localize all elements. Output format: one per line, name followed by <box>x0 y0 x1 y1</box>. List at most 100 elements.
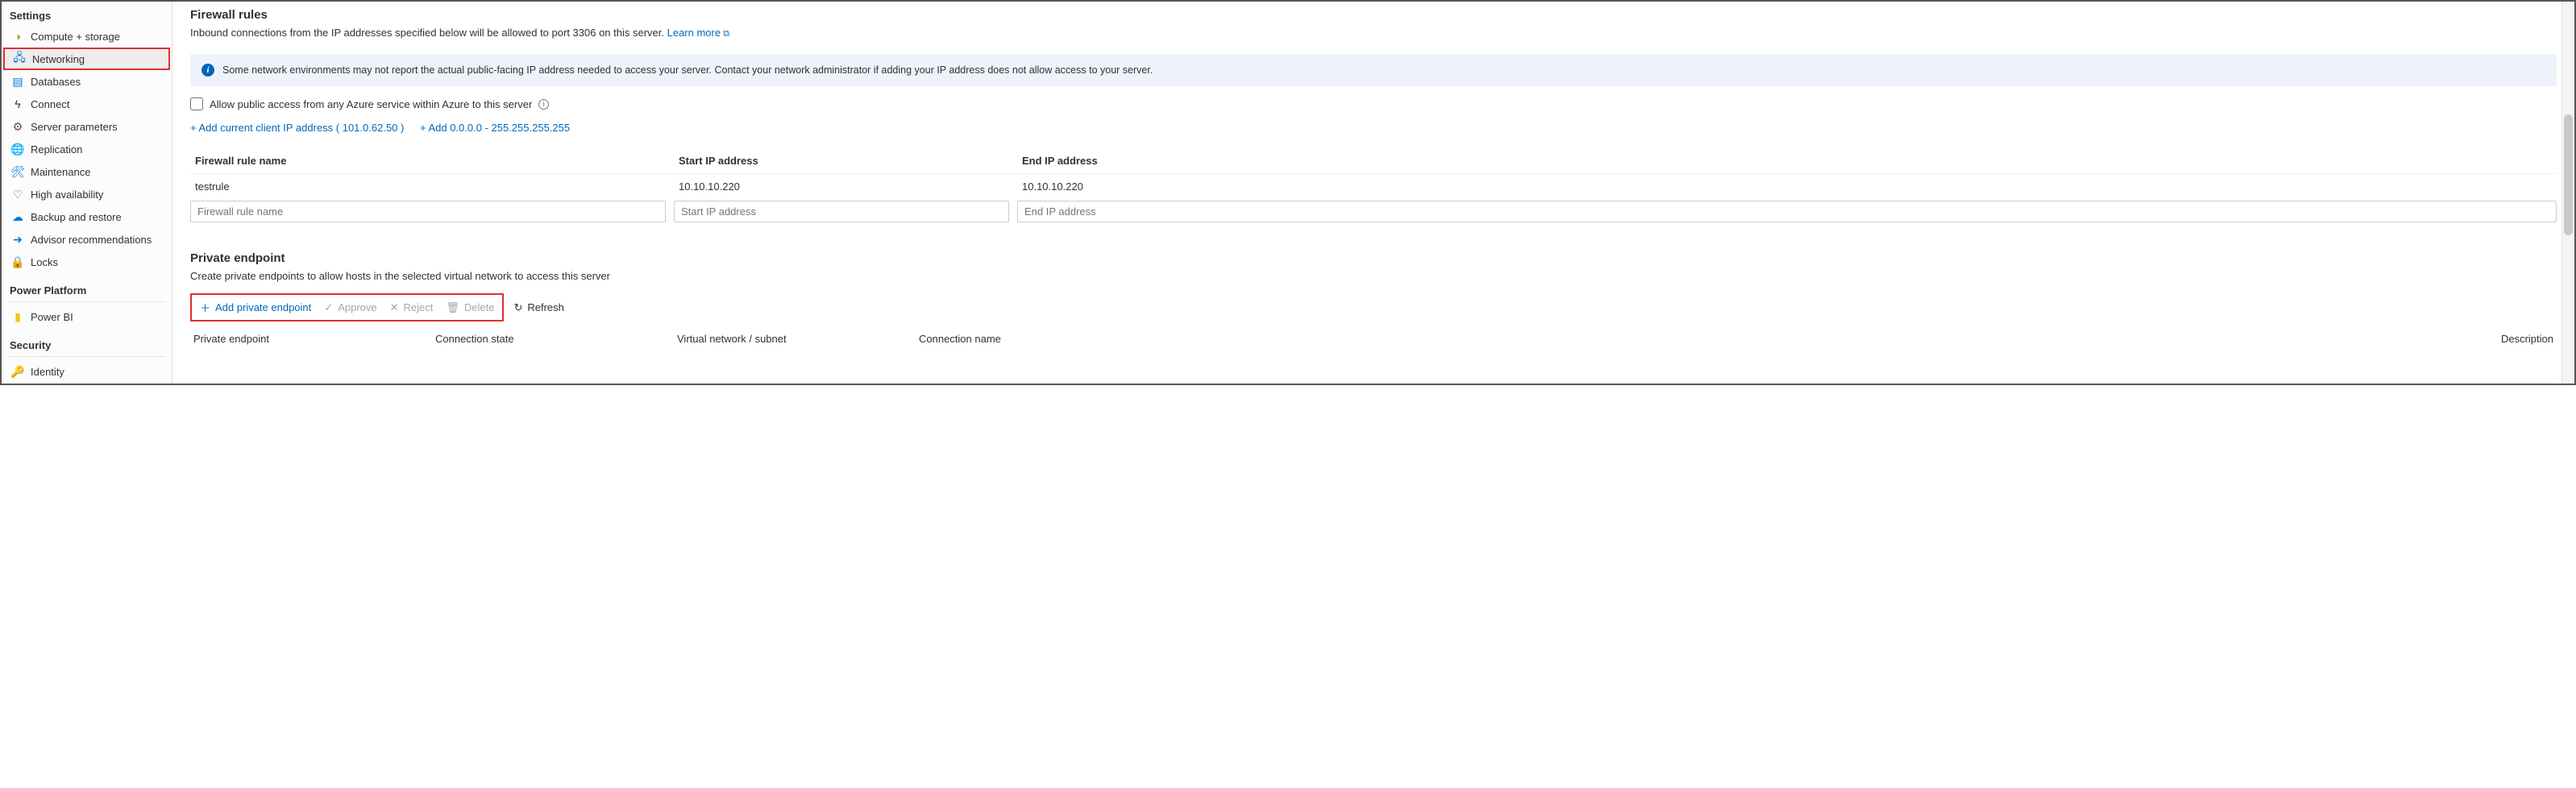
firewall-input-row <box>190 199 2557 224</box>
cell-rule-name: testrule <box>195 180 679 193</box>
nav-databases[interactable]: ▤ Databases <box>2 70 172 93</box>
nav-label: Advisor recommendations <box>31 234 152 246</box>
check-icon: ✓ <box>324 301 333 314</box>
refresh-button[interactable]: ↻ Refresh <box>507 297 570 318</box>
maintenance-icon: 🛠 <box>11 165 24 178</box>
scrollbar-track[interactable] <box>2561 2 2574 384</box>
firewall-rules-title: Firewall rules <box>190 8 2557 22</box>
firewall-table-header: Firewall rule name Start IP address End … <box>190 148 2557 174</box>
subtitle-text: Inbound connections from the IP addresse… <box>190 27 667 39</box>
nav-high-availability[interactable]: ♡ High availability <box>2 183 172 205</box>
banner-text: Some network environments may not report… <box>222 64 1153 76</box>
nav-label: Replication <box>31 143 82 156</box>
private-endpoint-subtitle: Create private endpoints to allow hosts … <box>190 270 2557 282</box>
nav-label: Databases <box>31 76 81 88</box>
btn-label: Approve <box>338 301 376 313</box>
nav-power-bi[interactable]: ▮ Power BI <box>2 305 172 328</box>
advisor-icon: ➜ <box>11 233 24 246</box>
main-content: Firewall rules Inbound connections from … <box>172 2 2574 384</box>
col-rule-name: Firewall rule name <box>195 155 679 167</box>
col-conn-state: Connection state <box>435 333 677 345</box>
add-range-link[interactable]: + Add 0.0.0.0 - 255.255.255.255 <box>420 122 570 134</box>
nav-label: Identity <box>31 366 64 378</box>
divider <box>8 301 165 302</box>
info-icon: i <box>202 64 214 77</box>
nav-label: Backup and restore <box>31 211 122 223</box>
nav-identity[interactable]: 🔑 Identity <box>2 360 172 383</box>
identity-icon: 🔑 <box>11 365 24 378</box>
end-ip-input[interactable] <box>1017 201 2557 222</box>
databases-icon: ▤ <box>11 75 24 88</box>
gear-icon: ⚙ <box>11 120 24 133</box>
firewall-table-row: testrule 10.10.10.220 10.10.10.220 <box>190 174 2557 199</box>
allow-azure-checkbox[interactable] <box>190 97 203 110</box>
add-private-endpoint-button[interactable]: ＋ Add private endpoint <box>193 296 318 319</box>
powerbi-icon: ▮ <box>11 310 24 323</box>
help-icon[interactable]: i <box>538 99 549 110</box>
nav-compute-storage[interactable]: ◑ Compute + storage <box>2 25 172 48</box>
cell-start-ip: 10.10.10.220 <box>679 180 1022 193</box>
plus-icon: ＋ <box>200 300 210 315</box>
nav-label: High availability <box>31 189 103 201</box>
nav-maintenance[interactable]: 🛠 Maintenance <box>2 160 172 183</box>
learn-more-text: Learn more <box>667 27 721 39</box>
nav-server-parameters[interactable]: ⚙ Server parameters <box>2 115 172 138</box>
private-endpoint-toolbar: ＋ Add private endpoint ✓ Approve ✕ Reject 🗑… <box>190 293 2557 321</box>
scrollbar-thumb[interactable] <box>2564 114 2573 235</box>
nav-label: Compute + storage <box>31 31 120 43</box>
divider <box>8 356 165 357</box>
add-client-ip-link[interactable]: + Add current client IP address ( 101.0.… <box>190 122 404 134</box>
networking-icon: 🖧 <box>13 52 26 65</box>
reject-button: ✕ Reject <box>384 296 440 319</box>
nav-label: Server parameters <box>31 121 118 133</box>
nav-label: Connect <box>31 98 69 110</box>
replication-icon: 🌐 <box>11 143 24 156</box>
btn-label: Add private endpoint <box>215 301 311 313</box>
nav-backup-restore[interactable]: ☁ Backup and restore <box>2 205 172 228</box>
info-banner: i Some network environments may not repo… <box>190 54 2557 86</box>
learn-more-link[interactable]: Learn more⧉ <box>667 27 729 39</box>
private-endpoint-table-header: Private endpoint Connection state Virtua… <box>190 328 2557 350</box>
section-header-power-platform: Power Platform <box>2 280 172 300</box>
col-conn-name: Connection name <box>919 333 1161 345</box>
nav-advisor[interactable]: ➜ Advisor recommendations <box>2 228 172 251</box>
nav-label: Maintenance <box>31 166 90 178</box>
approve-button: ✓ Approve <box>318 296 383 319</box>
trash-icon: 🗑 <box>446 301 459 314</box>
firewall-table: Firewall rule name Start IP address End … <box>190 148 2557 224</box>
btn-label: Delete <box>464 301 495 313</box>
delete-button: 🗑 Delete <box>439 296 501 319</box>
lock-icon: 🔒 <box>11 255 24 268</box>
nav-label: Networking <box>32 53 85 65</box>
col-vnet: Virtual network / subnet <box>677 333 919 345</box>
nav-replication[interactable]: 🌐 Replication <box>2 138 172 160</box>
btn-label: Reject <box>404 301 434 313</box>
compute-icon: ◑ <box>11 30 24 43</box>
private-endpoint-title: Private endpoint <box>190 251 2557 265</box>
nav-locks[interactable]: 🔒 Locks <box>2 251 172 273</box>
x-icon: ✕ <box>390 301 399 314</box>
col-end-ip: End IP address <box>1022 155 2552 167</box>
refresh-icon: ↻ <box>513 301 522 314</box>
col-description: Description <box>1161 333 2553 345</box>
col-start-ip: Start IP address <box>679 155 1022 167</box>
app-frame: Settings ◑Compute + storage 🖧Networking … <box>0 0 2576 385</box>
section-header-settings: Settings <box>2 5 172 25</box>
external-link-icon: ⧉ <box>723 29 729 39</box>
btn-label: Refresh <box>527 301 564 313</box>
start-ip-input[interactable] <box>674 201 1009 222</box>
nav-label: Locks <box>31 256 58 268</box>
rule-name-input[interactable] <box>190 201 666 222</box>
cell-end-ip: 10.10.10.220 <box>1022 180 2552 193</box>
section-header-security: Security <box>2 334 172 355</box>
connect-icon: ϟ <box>11 97 24 110</box>
nav-label: Power BI <box>31 311 73 323</box>
backup-icon: ☁ <box>11 210 24 223</box>
ha-icon: ♡ <box>11 188 24 201</box>
toolbar-highlight-group: ＋ Add private endpoint ✓ Approve ✕ Reject 🗑… <box>190 293 504 321</box>
firewall-subtitle: Inbound connections from the IP addresse… <box>190 27 2557 39</box>
nav-networking[interactable]: 🖧 Networking <box>3 48 170 70</box>
allow-azure-label: Allow public access from any Azure servi… <box>210 98 532 110</box>
nav-connect[interactable]: ϟ Connect <box>2 93 172 115</box>
add-ip-links: + Add current client IP address ( 101.0.… <box>190 122 2557 134</box>
